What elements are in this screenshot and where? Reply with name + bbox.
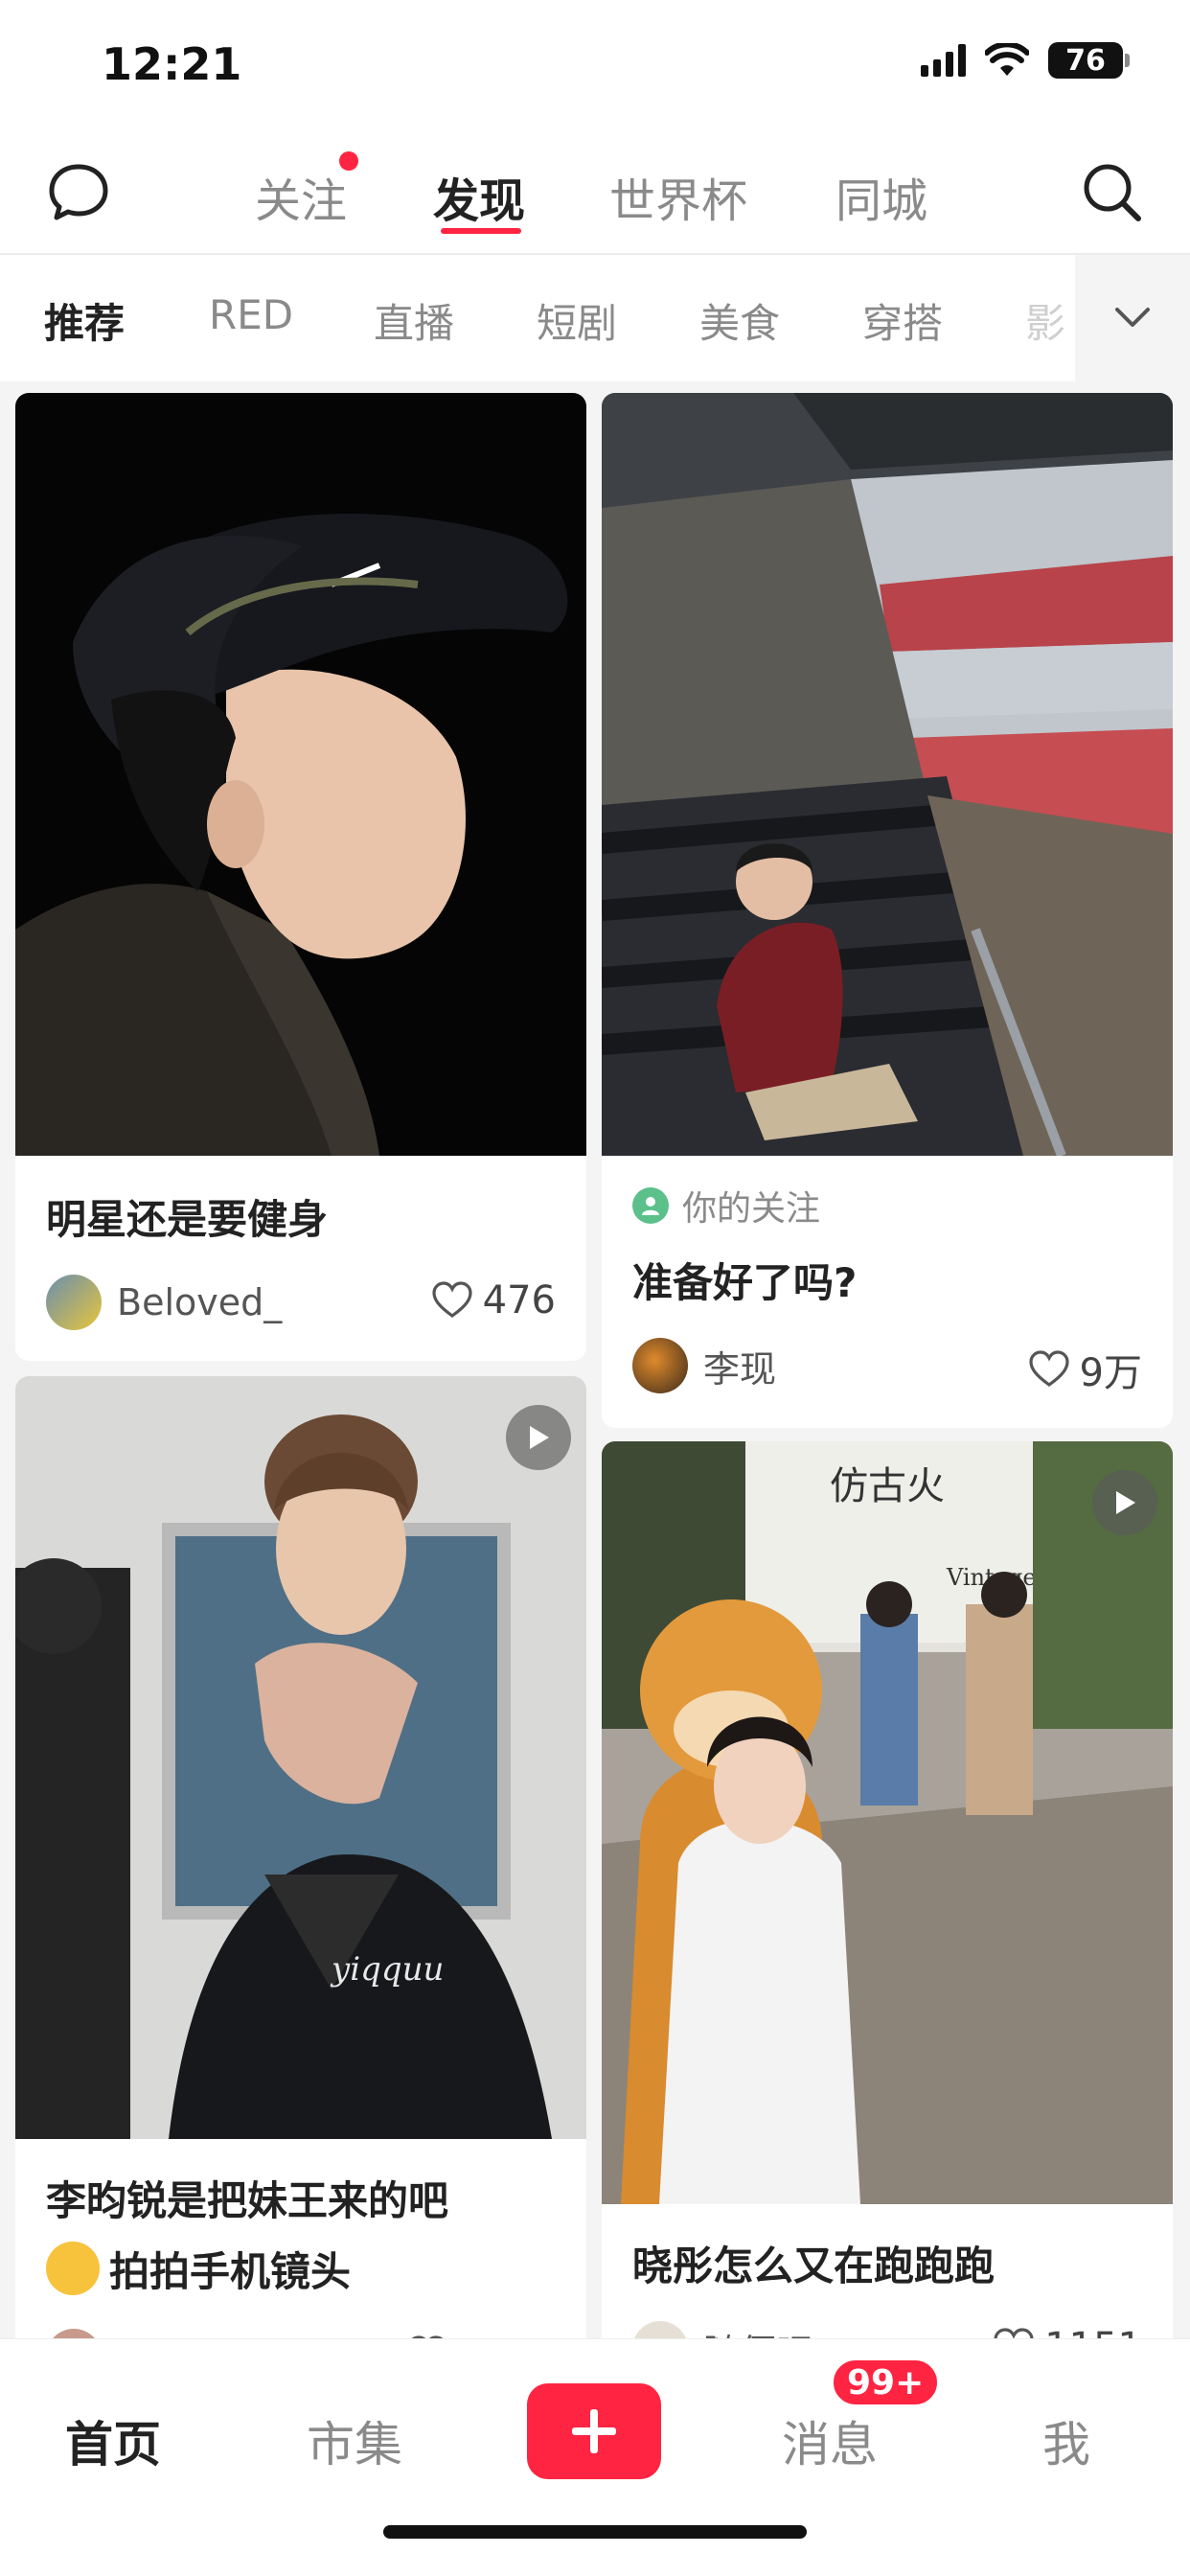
category-food[interactable]: 美食 — [699, 291, 780, 350]
like-button[interactable]: 9万 — [1028, 1342, 1142, 1397]
play-icon — [530, 1426, 549, 1449]
plus-icon — [572, 2409, 616, 2453]
tab-home[interactable]: 首页 — [65, 2406, 161, 2475]
post-image — [602, 393, 1173, 1156]
author-name: 李现 — [703, 1347, 777, 1391]
tab-messages[interactable]: 消息 — [782, 2406, 878, 2475]
avatar — [632, 1338, 688, 1393]
post-title-line2: 拍拍手机镜头 — [46, 2237, 351, 2308]
author[interactable]: Beloved_ — [46, 1275, 282, 1330]
status-time: 12:21 — [102, 38, 242, 90]
category-live[interactable]: 直播 — [374, 291, 454, 350]
heart-icon — [432, 1281, 472, 1318]
heart-icon — [1028, 1350, 1069, 1387]
post-title: 晓彤怎么又在跑跑跑 — [632, 2242, 995, 2289]
feed-card[interactable]: 你的关注 准备好了吗? 李现 9万 — [602, 393, 1173, 1428]
tab-discover[interactable]: 发现 — [433, 163, 525, 230]
search-icon[interactable] — [1077, 157, 1146, 226]
tab-following[interactable]: 关注 — [255, 163, 347, 230]
like-button[interactable]: 476 — [431, 1278, 556, 1322]
post-image — [15, 393, 586, 1156]
category-short-drama[interactable]: 短剧 — [537, 291, 617, 350]
chevron-down-icon — [1115, 308, 1150, 327]
svg-text:yiqquu: yiqquu — [330, 1950, 444, 1989]
chat-bubble-icon[interactable] — [44, 157, 113, 226]
category-film[interactable]: 影 — [1025, 291, 1065, 350]
feed-card[interactable]: yiqquu 李昀锐是把妹王来的吧 拍拍手机镜头 yiqquu 2430 — [15, 1376, 586, 2421]
home-indicator — [383, 2525, 807, 2539]
shushing-face-emoji-icon — [46, 2242, 100, 2295]
post-title: 李昀锐是把妹王来的吧 — [46, 2177, 449, 2224]
following-tag: 你的关注 — [632, 1181, 820, 1230]
post-title: 准备好了吗? — [632, 1259, 858, 1306]
category-recommend[interactable]: 推荐 — [44, 291, 125, 350]
status-bar: 12:21 76 — [0, 0, 1190, 125]
tab-market[interactable]: 市集 — [307, 2406, 402, 2475]
feed-card[interactable]: 仿古火 Vintage 晓彤怎么又在跑跑跑 随便吧 1151 — [602, 1441, 1173, 2448]
create-post-button[interactable] — [527, 2383, 661, 2479]
unread-badge: 99+ — [830, 2357, 942, 2408]
video-indicator — [1092, 1470, 1157, 1535]
post-video-thumbnail: yiqquu — [15, 1376, 586, 2139]
feed-card[interactable]: 明星还是要健身 Beloved_ 476 — [15, 393, 586, 1361]
author[interactable]: 李现 — [632, 1338, 776, 1393]
notification-dot — [339, 151, 358, 171]
tab-nearby[interactable]: 同城 — [835, 163, 927, 230]
expand-categories-button[interactable] — [1075, 255, 1190, 381]
wifi-icon — [985, 43, 1029, 76]
bottom-tab-bar: 首页 市集 消息 99+ 我 — [0, 2338, 1190, 2576]
person-icon — [632, 1187, 669, 1224]
tab-me[interactable]: 我 — [1042, 2406, 1090, 2475]
battery-icon: 76 — [1048, 42, 1130, 79]
active-tab-indicator — [441, 228, 521, 234]
author-name: Beloved_ — [117, 1281, 283, 1323]
tab-world-cup[interactable]: 世界杯 — [609, 163, 747, 230]
category-red[interactable]: RED — [209, 291, 293, 338]
like-count: 9万 — [1079, 1351, 1142, 1395]
play-icon — [1116, 1491, 1135, 1514]
following-tag-label: 你的关注 — [682, 1189, 821, 1229]
cellular-signal-icon — [921, 44, 966, 77]
video-indicator — [506, 1405, 571, 1470]
category-outfit[interactable]: 穿搭 — [862, 291, 943, 350]
post-video-thumbnail: 仿古火 Vintage — [602, 1441, 1173, 2204]
avatar — [46, 1275, 102, 1330]
status-icons: 76 — [921, 42, 1130, 79]
svg-text:仿古火: 仿古火 — [830, 1464, 945, 1508]
top-nav: 关注 发现 世界杯 同城 — [0, 125, 1190, 255]
like-count: 476 — [482, 1278, 556, 1322]
post-title: 明星还是要健身 — [46, 1196, 329, 1243]
category-bar: 推荐 RED 直播 短剧 美食 穿搭 影 — [0, 255, 1190, 381]
